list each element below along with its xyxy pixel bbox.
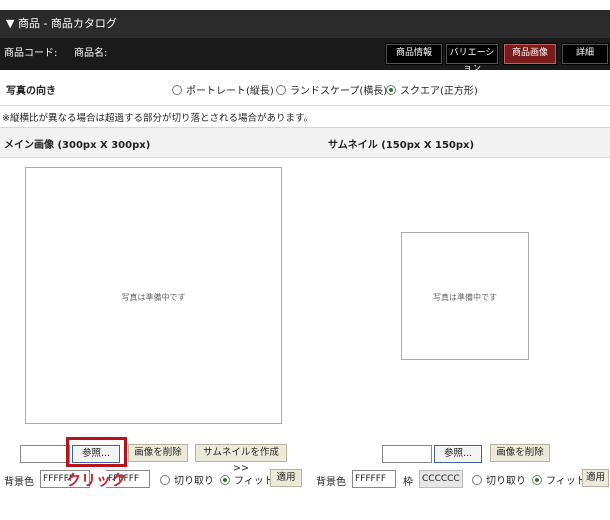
click-callout-box xyxy=(66,437,127,467)
main-apply-button[interactable]: 適用 xyxy=(270,469,302,487)
image-headers-row: メイン画像 (300px X 300px) サムネイル (150px X 150… xyxy=(0,128,610,158)
orientation-heading: 写真の向き xyxy=(6,86,56,97)
tab-details[interactable]: 詳細 xyxy=(561,43,609,65)
orientation-row: 写真の向き ポートレート(縦長) ランドスケープ(横長) スクエア(正方形) xyxy=(0,70,610,106)
thumb-frame-color-input[interactable]: CCCCCC xyxy=(419,470,463,488)
thumb-file-field[interactable] xyxy=(382,445,432,463)
main-delete-button[interactable]: 画像を削除 xyxy=(128,444,188,462)
thumb-delete-button[interactable]: 画像を削除 xyxy=(490,444,550,462)
product-name-label: 商品名: xyxy=(74,48,108,59)
radio-square[interactable]: スクエア(正方形) xyxy=(386,82,478,97)
tab-product-info[interactable]: 商品情報 xyxy=(385,43,443,65)
radio-circle[interactable] xyxy=(472,474,482,485)
thumb-bg-color-label: 背景色 xyxy=(316,477,346,488)
main-radio-fit[interactable]: フィット xyxy=(220,472,274,487)
radio-circle-selected[interactable] xyxy=(220,474,230,485)
aspect-note-row: ※縦横比が異なる場合は超過する部分が切り落とされる場合があります。 xyxy=(0,106,610,128)
main-radio-crop[interactable]: 切り取り xyxy=(160,472,214,487)
product-info-bar: 商品コード: 商品名: 商品情報 バリエーション 商品画像 詳細 xyxy=(0,38,610,74)
thumb-frame-label: 枠 xyxy=(403,477,413,488)
main-image-preview: 写真は準備中です xyxy=(25,167,282,424)
main-bg-color-label: 背景色 xyxy=(4,477,34,488)
thumbnail-placeholder: 写真は準備中です xyxy=(433,293,497,302)
radio-circle[interactable] xyxy=(160,474,170,485)
radio-circle[interactable] xyxy=(276,84,286,95)
main-file-field[interactable] xyxy=(20,445,70,463)
tab-product-image[interactable]: 商品画像 xyxy=(503,43,557,65)
radio-circle[interactable] xyxy=(172,84,182,95)
radio-circle-selected[interactable] xyxy=(386,84,396,95)
click-annotation: クリック xyxy=(66,471,127,489)
radio-landscape[interactable]: ランドスケープ(横長) xyxy=(276,82,387,97)
tab-variation[interactable]: バリエーション xyxy=(445,43,499,74)
thumbnail-preview: 写真は準備中です xyxy=(401,232,529,360)
thumb-browse-button[interactable]: 参照... xyxy=(434,445,482,463)
thumbnail-heading: サムネイル (150px X 150px) xyxy=(328,140,475,151)
thumb-bg-color-input[interactable]: FFFFFF xyxy=(352,470,396,488)
product-code-label: 商品コード: xyxy=(4,48,58,59)
thumb-apply-button[interactable]: 適用 xyxy=(582,469,609,487)
make-thumbnail-button[interactable]: サムネイルを作成>> xyxy=(195,444,287,474)
aspect-note: ※縦横比が異なる場合は超過する部分が切り落とされる場合があります。 xyxy=(2,113,314,124)
main-image-placeholder: 写真は準備中です xyxy=(121,293,186,302)
main-image-heading: メイン画像 (300px X 300px) xyxy=(4,140,151,151)
window-title: ▼ 商品 - 商品カタログ xyxy=(0,10,610,38)
radio-portrait[interactable]: ポートレート(縦長) xyxy=(172,82,274,97)
thumb-radio-fit[interactable]: フィット xyxy=(532,472,586,487)
thumb-radio-crop[interactable]: 切り取り xyxy=(472,472,526,487)
radio-circle-selected[interactable] xyxy=(532,474,542,485)
